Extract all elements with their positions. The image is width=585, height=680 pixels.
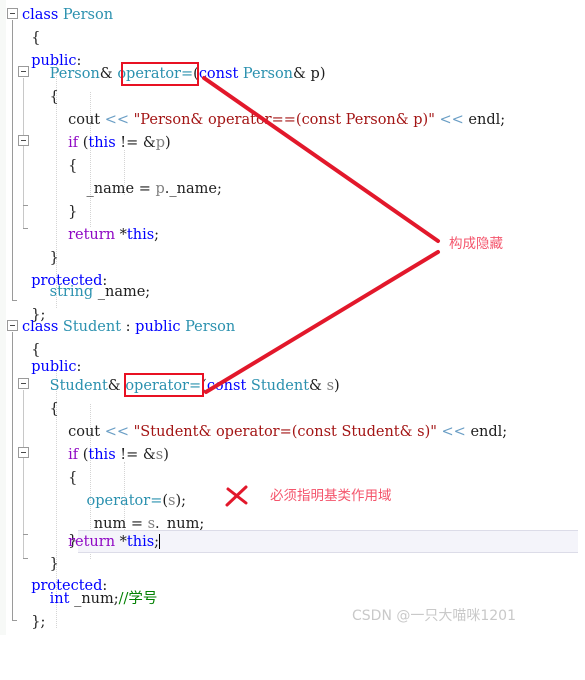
code-line[interactable]: x bbox=[0, 258, 585, 281]
code-line[interactable]: if (this != &p) bbox=[0, 132, 585, 155]
code-line[interactable]: if (this != &s) bbox=[0, 444, 585, 467]
code-editor[interactable]: class Person { public: Person& operator=… bbox=[0, 0, 585, 635]
text-caret bbox=[159, 534, 161, 549]
highlight-box-student-operator bbox=[124, 373, 204, 397]
highlight-box-person-operator bbox=[121, 62, 199, 86]
annotation-note-scope: 必须指明基类作用域 bbox=[270, 488, 392, 504]
code-line[interactable]: Person& operator=(const Person& p) bbox=[0, 63, 585, 86]
code-line[interactable]: { bbox=[0, 155, 585, 178]
code-line[interactable]: { bbox=[0, 467, 585, 490]
code-line[interactable]: Student& operator=(const Student& s) bbox=[0, 375, 585, 398]
code-line[interactable]: string _name; bbox=[0, 281, 585, 304]
watermark-text: CSDN @一只大喵咪1201 bbox=[352, 608, 516, 624]
code-line[interactable]: cout << "Person& operator==(const Person… bbox=[0, 109, 585, 132]
annotation-note-hiding: 构成隐藏 bbox=[449, 236, 503, 252]
code-line[interactable]: { bbox=[0, 398, 585, 421]
code-line[interactable]: class Person bbox=[0, 4, 585, 27]
code-line-return-this[interactable]: return *this; bbox=[0, 531, 585, 554]
code-line[interactable]: class Student : public Person bbox=[0, 316, 585, 339]
code-line[interactable]: } bbox=[0, 201, 585, 224]
code-line[interactable]: _name = p._name; bbox=[0, 178, 585, 201]
code-line[interactable]: cout << "Student& operator=(const Studen… bbox=[0, 421, 585, 444]
code-line[interactable]: { bbox=[0, 27, 585, 50]
code-line[interactable]: } bbox=[0, 553, 585, 576]
code-line[interactable]: { bbox=[0, 86, 585, 109]
